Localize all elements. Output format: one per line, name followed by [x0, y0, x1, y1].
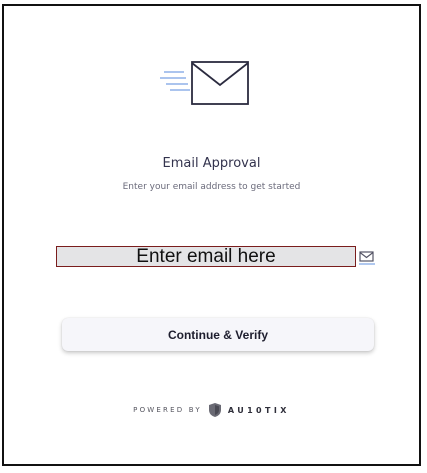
page-subtitle: Enter your email address to get started — [122, 182, 301, 192]
page-title: Email Approval — [162, 156, 261, 171]
email-input[interactable] — [56, 246, 356, 267]
shield-icon — [208, 402, 222, 418]
continue-verify-button[interactable]: Continue & Verify — [62, 318, 374, 351]
powered-by-label: POWERED BY — [133, 406, 202, 414]
mail-icon — [358, 248, 376, 266]
brand-name: AU10TIX — [227, 405, 290, 415]
email-approval-panel: Email Approval Enter your email address … — [2, 4, 421, 466]
envelope-icon — [158, 58, 254, 110]
powered-by-footer: POWERED BY AU10TIX — [4, 402, 419, 418]
